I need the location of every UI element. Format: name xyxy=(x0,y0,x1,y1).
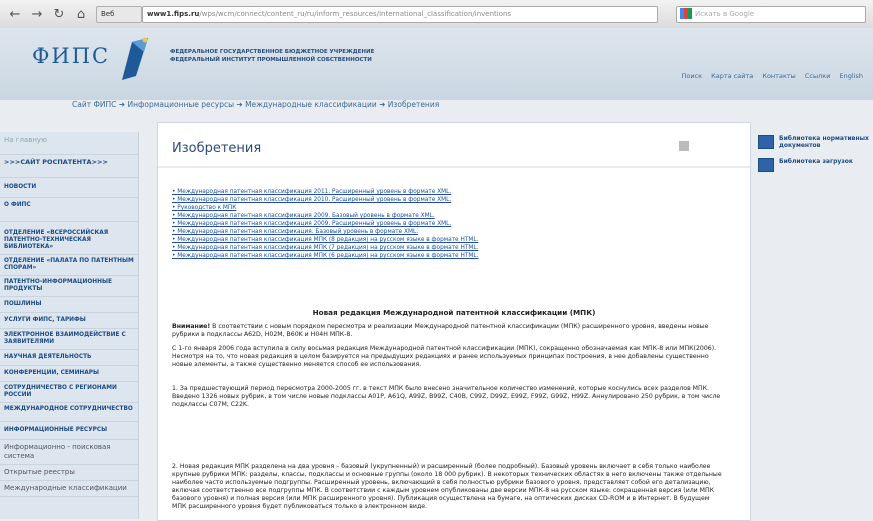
sidebar-item-products[interactable]: ПАТЕНТНО-ИНФОРМАЦИОННЫЕ ПРОДУКТЫ xyxy=(0,276,138,297)
reload-icon[interactable]: ↻ xyxy=(52,7,66,22)
sidebar-item-regions[interactable]: СОТРУДНИЧЕСТВО С РЕГИОНАМИ РОССИИ xyxy=(0,382,138,403)
browser-tab[interactable]: Веб xyxy=(96,6,142,23)
back-icon[interactable]: ← xyxy=(8,7,22,22)
sidebar-item-international[interactable]: МЕЖДУНАРОДНОЕ СОТРУДНИЧЕСТВО xyxy=(0,403,138,422)
paragraph-3: 2. Новая редакция МПК разделена на два у… xyxy=(172,463,722,510)
menu-links[interactable]: Ссылки xyxy=(805,72,831,80)
org-line-1: ФЕДЕРАЛЬНОЕ ГОСУДАРСТВЕННОЕ БЮДЖЕТНОЕ УЧ… xyxy=(170,49,375,55)
right-item-normative-library[interactable]: Библиотека нормативных документов xyxy=(758,135,873,149)
sidebar-item-rospatent[interactable]: >>>САЙТ РОСПАТЕНТА>>> xyxy=(0,155,138,178)
link-ipc-7-html[interactable]: Международная патентная классификация МП… xyxy=(172,244,672,252)
print-icon[interactable] xyxy=(679,141,689,151)
menu-contacts[interactable]: Контакты xyxy=(762,72,795,80)
menu-search[interactable]: Поиск xyxy=(681,72,702,80)
sidebar-item-chamber[interactable]: ОТДЕЛЕНИЕ «ПАЛАТА ПО ПАТЕНТНЫМ СПОРАМ» xyxy=(0,255,138,276)
sidebar-item-conferences[interactable]: КОНФЕРЕНЦИИ, СЕМИНАРЫ xyxy=(0,366,138,382)
menu-english[interactable]: English xyxy=(840,72,863,80)
google-icon xyxy=(680,8,692,19)
address-bar[interactable]: www1.fips.ru/wps/wcm/connect/content_ru/… xyxy=(142,6,658,23)
page-title: Изобретения xyxy=(172,141,262,156)
search-input[interactable]: Искать в Google xyxy=(676,6,866,23)
site-logo[interactable]: ФИПС xyxy=(32,44,110,68)
right-item-downloads[interactable]: Библиотека загрузок xyxy=(758,158,873,172)
url-host: www1.fips.ru xyxy=(147,10,200,18)
link-ipc-basic-xml[interactable]: Международная патентная классификация. Б… xyxy=(172,228,672,236)
sidebar-item-e-interaction[interactable]: ЭЛЕКТРОННОЕ ВЗАИМОДЕЙСТВИЕ С ЗАЯВИТЕЛЯМИ xyxy=(0,329,138,350)
logo-mark-icon xyxy=(122,37,148,80)
divider xyxy=(158,166,750,168)
right-item-label: Библиотека нормативных документов xyxy=(779,135,869,149)
link-ipc-2009-basic[interactable]: Международная патентная классификация 20… xyxy=(172,212,672,220)
home-icon[interactable]: ⌂ xyxy=(74,7,88,22)
right-panel: Библиотека нормативных документов Библио… xyxy=(758,135,873,181)
org-name: ФЕДЕРАЛЬНОЕ ГОСУДАРСТВЕННОЕ БЮДЖЕТНОЕ УЧ… xyxy=(170,48,374,64)
forward-icon[interactable]: → xyxy=(30,7,44,22)
link-ipc-2011-xml[interactable]: Международная патентная классификация 20… xyxy=(172,188,672,196)
breadcrumb[interactable]: Сайт ФИПС ➜ Информационные ресурсы ➜ Меж… xyxy=(72,100,439,109)
site-header: ФИПС ФЕДЕРАЛЬНОЕ ГОСУДАРСТВЕННОЕ БЮДЖЕТН… xyxy=(0,28,873,100)
download-icon xyxy=(758,158,774,172)
org-line-2: ФЕДЕРАЛЬНЫЙ ИНСТИТУТ ПРОМЫШЛЕННОЙ СОБСТВ… xyxy=(170,57,372,63)
sidebar-item-home[interactable]: На главную xyxy=(0,132,138,155)
note-text: В соответствии с новым порядком пересмот… xyxy=(172,323,709,338)
note-label: Внимание! xyxy=(172,323,211,330)
sidebar: На главную >>>САЙТ РОСПАТЕНТА>>> НОВОСТИ… xyxy=(0,132,139,519)
link-ipc-guide[interactable]: Руководство к МПК xyxy=(172,204,672,212)
sidebar-item-search-system[interactable]: Информационно - поисковая система xyxy=(0,440,138,465)
classification-links: Международная патентная классификация 20… xyxy=(172,188,672,260)
book-icon xyxy=(758,135,774,149)
sidebar-item-news[interactable]: НОВОСТИ xyxy=(0,178,138,198)
link-ipc-2010-xml[interactable]: Международная патентная классификация 20… xyxy=(172,196,672,204)
sidebar-item-science[interactable]: НАУЧНАЯ ДЕЯТЕЛЬНОСТЬ xyxy=(0,350,138,366)
paragraph-1: С 1-го января 2006 года вступила в силу … xyxy=(172,345,717,368)
content-panel: Изобретения Международная патентная клас… xyxy=(157,122,751,521)
link-ipc-8-html[interactable]: Международная патентная классификация МП… xyxy=(172,236,672,244)
top-menu: Поиск Карта сайта Контакты Ссылки Englis… xyxy=(674,72,863,80)
menu-sitemap[interactable]: Карта сайта xyxy=(711,72,753,80)
sidebar-item-registers[interactable]: Открытые реестры xyxy=(0,465,138,481)
right-item-label: Библиотека загрузок xyxy=(779,158,854,165)
sidebar-item-fees[interactable]: ПОШЛИНЫ xyxy=(0,297,138,313)
sidebar-item-classifications[interactable]: Международные классификации xyxy=(0,481,138,497)
sidebar-item-about[interactable]: О ФИПС xyxy=(0,198,138,222)
sidebar-item-services[interactable]: УСЛУГИ ФИПС, ТАРИФЫ xyxy=(0,313,138,329)
search-placeholder: Искать в Google xyxy=(695,10,755,18)
sidebar-item-info-resources[interactable]: ИНФОРМАЦИОННЫЕ РЕСУРСЫ xyxy=(0,422,138,440)
link-ipc-2009-extended[interactable]: Международная патентная классификация 20… xyxy=(172,220,672,228)
paragraph-2: 1. За предшествующий период пересмотра 2… xyxy=(172,385,721,408)
section-heading: Новая редакция Международной патентной к… xyxy=(312,308,596,317)
note-paragraph: Внимание! В соответствии с новым порядко… xyxy=(172,323,722,339)
url-path: /wps/wcm/connect/content_ru/ru/inform_re… xyxy=(199,10,512,18)
sidebar-item-library[interactable]: ОТДЕЛЕНИЕ «ВСЕРОССИЙСКАЯ ПАТЕНТНО-ТЕХНИЧ… xyxy=(0,222,138,255)
link-ipc-6-html[interactable]: Международная патентная классификация МП… xyxy=(172,252,672,260)
